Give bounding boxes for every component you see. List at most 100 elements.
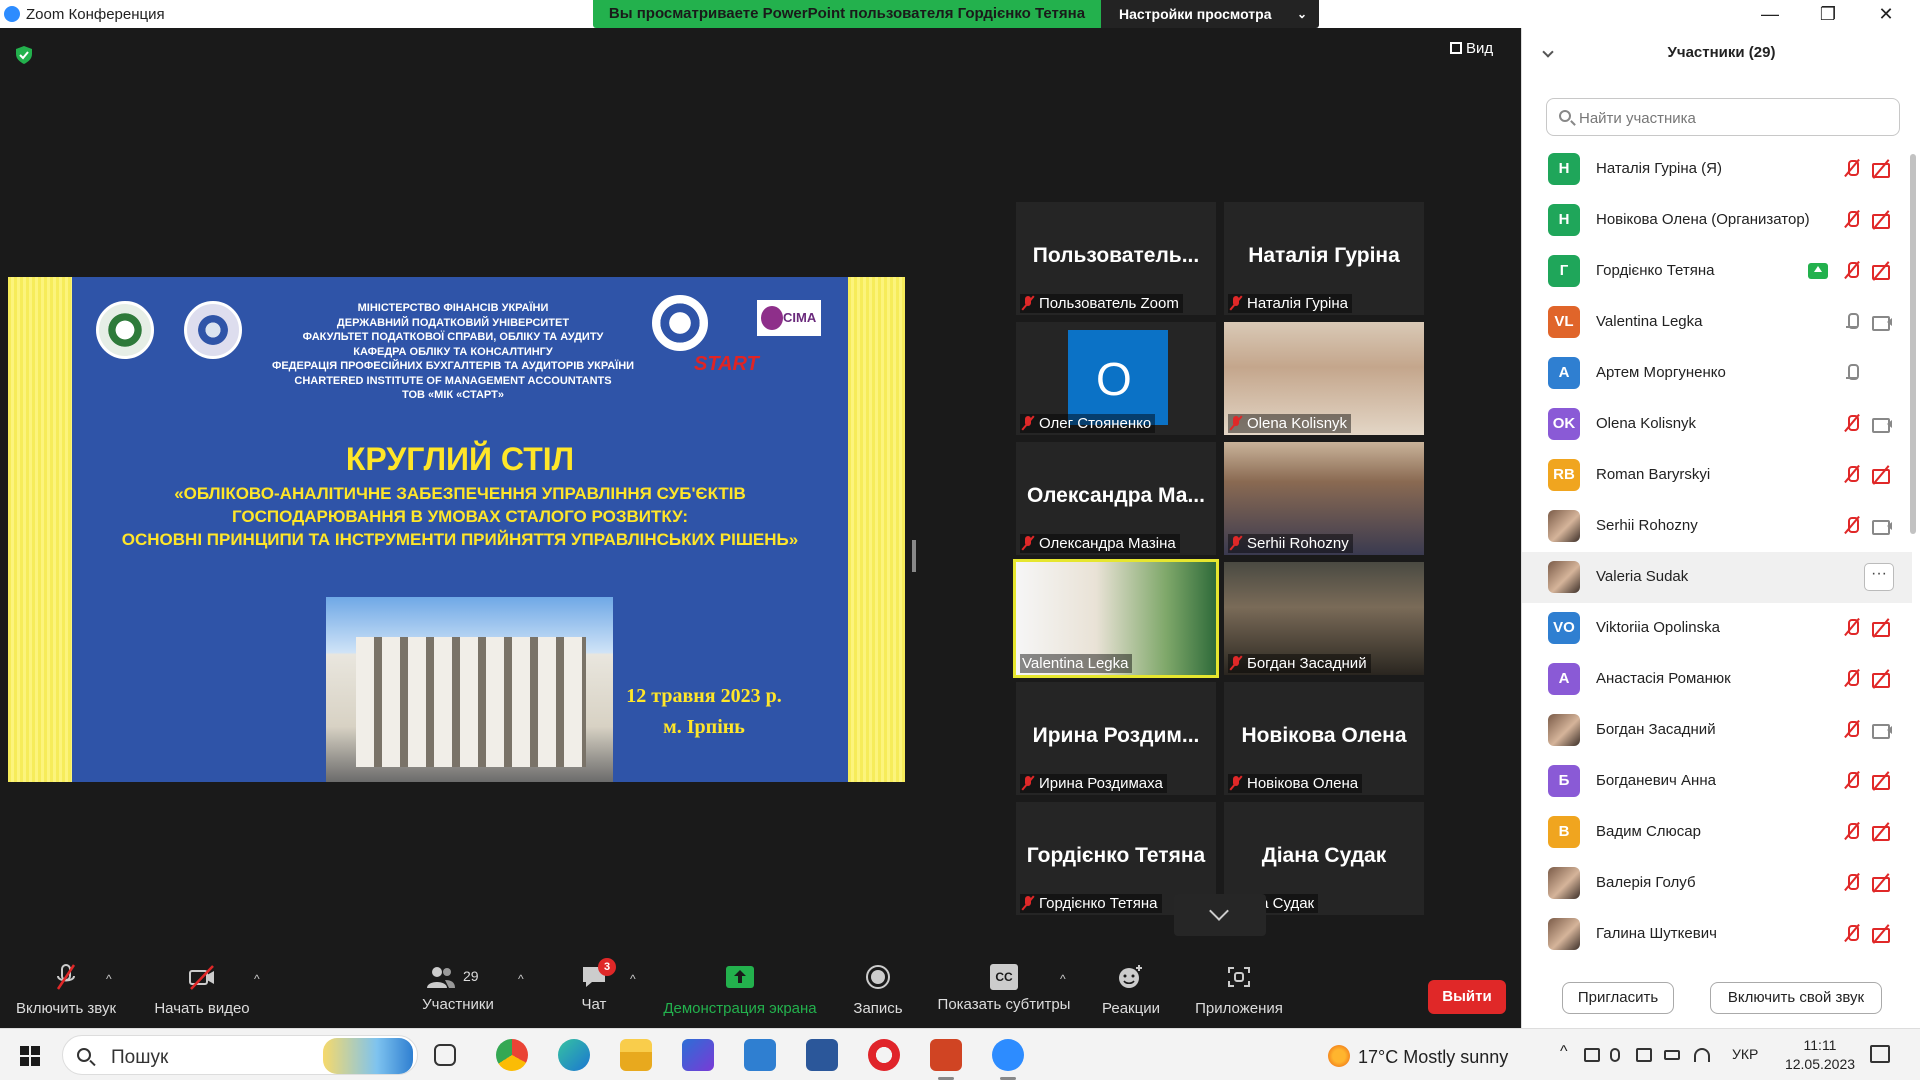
- microphone-muted-icon[interactable]: [1842, 924, 1862, 944]
- participant-row[interactable]: Н Новікова Олена (Организатор): [1522, 195, 1912, 246]
- display-tray-icon[interactable]: [1636, 1048, 1652, 1062]
- mail-icon[interactable]: [744, 1039, 776, 1071]
- microphone-muted-icon[interactable]: [1842, 669, 1862, 689]
- encryption-shield-icon[interactable]: [16, 46, 32, 64]
- zoom-taskbar-icon[interactable]: [992, 1039, 1024, 1080]
- video-tile[interactable]: Valentina Legka: [1013, 559, 1219, 678]
- captions-button[interactable]: CC Показать субтитры: [936, 964, 1072, 1013]
- notifications-icon[interactable]: [1870, 1045, 1890, 1063]
- unmute-button[interactable]: Включить звук: [12, 964, 120, 1017]
- participant-row[interactable]: Н Наталія Гуріна (Я): [1522, 144, 1912, 195]
- video-options-caret-icon[interactable]: ^: [254, 972, 260, 986]
- participant-row[interactable]: VO Viktoriia Opolinska: [1522, 603, 1912, 654]
- edge-icon[interactable]: [558, 1039, 590, 1071]
- leave-meeting-button[interactable]: Выйти: [1428, 980, 1506, 1014]
- video-tile[interactable]: Olena Kolisnyk: [1224, 322, 1424, 435]
- participant-row[interactable]: Serhii Rohozny: [1522, 501, 1912, 552]
- video-off-icon[interactable]: [1872, 669, 1892, 689]
- splitter-handle[interactable]: [912, 540, 916, 572]
- file-explorer-icon[interactable]: [620, 1039, 652, 1071]
- reactions-button[interactable]: Реакции: [1094, 964, 1168, 1017]
- microphone-icon[interactable]: [1842, 363, 1862, 383]
- participant-row[interactable]: Г Гордієнко Тетяна: [1522, 246, 1912, 297]
- video-off-icon[interactable]: [1872, 822, 1892, 842]
- captions-caret-icon[interactable]: ^: [1060, 972, 1066, 986]
- participants-caret-icon[interactable]: ^: [518, 972, 524, 986]
- microphone-muted-icon[interactable]: [1842, 210, 1862, 230]
- chrome-icon[interactable]: [496, 1039, 528, 1071]
- participant-row[interactable]: Валерія Голуб: [1522, 858, 1912, 909]
- chat-button[interactable]: 3 Чат: [566, 958, 622, 1013]
- microphone-muted-icon[interactable]: [1842, 516, 1862, 536]
- more-options-button[interactable]: ···: [1864, 563, 1894, 591]
- microphone-muted-icon[interactable]: [1842, 465, 1862, 485]
- participants-button[interactable]: 29 Участники: [410, 964, 506, 1013]
- participant-search-input[interactable]: [1579, 107, 1889, 129]
- video-camera-icon[interactable]: [1872, 312, 1892, 332]
- participant-row[interactable]: Богдан Засадний: [1522, 705, 1912, 756]
- video-off-icon[interactable]: [1872, 771, 1892, 791]
- video-tile[interactable]: Наталія Гуріна Наталія Гуріна: [1224, 202, 1424, 315]
- video-off-icon[interactable]: [1872, 618, 1892, 638]
- video-off-icon[interactable]: [1872, 465, 1892, 485]
- participant-row[interactable]: Галина Шуткевич: [1522, 909, 1912, 960]
- microphone-muted-icon[interactable]: [1842, 261, 1862, 281]
- microphone-muted-icon[interactable]: [1842, 720, 1862, 740]
- video-tile[interactable]: Олександра Ма... Олександра Мазіна: [1016, 442, 1216, 555]
- chat-caret-icon[interactable]: ^: [630, 972, 636, 986]
- task-view-icon[interactable]: [434, 1044, 456, 1066]
- show-hidden-icons-chevron-icon[interactable]: ^: [1560, 1043, 1576, 1060]
- video-camera-icon[interactable]: [1872, 414, 1892, 434]
- video-camera-icon[interactable]: [1872, 516, 1892, 536]
- start-video-button[interactable]: Начать видео: [150, 964, 254, 1017]
- microphone-muted-icon[interactable]: [1842, 414, 1862, 434]
- microphone-muted-icon[interactable]: [1842, 771, 1862, 791]
- restore-button[interactable]: ❐: [1808, 2, 1848, 26]
- microphone-tray-icon[interactable]: [1610, 1048, 1620, 1062]
- microphone-muted-icon[interactable]: [1842, 618, 1862, 638]
- video-off-icon[interactable]: [1872, 261, 1892, 281]
- record-button[interactable]: Запись: [846, 964, 910, 1017]
- powerpoint-icon[interactable]: [930, 1039, 962, 1080]
- unmute-self-button[interactable]: Включить свой звук: [1710, 982, 1882, 1014]
- wifi-icon[interactable]: [1694, 1048, 1710, 1062]
- share-screen-button[interactable]: Демонстрация экрана: [658, 964, 822, 1017]
- microphone-muted-icon[interactable]: [1842, 159, 1862, 179]
- invite-button[interactable]: Пригласить: [1562, 982, 1674, 1014]
- word-icon[interactable]: [806, 1039, 838, 1071]
- minimize-button[interactable]: —: [1750, 2, 1790, 26]
- participant-row[interactable]: RB Roman Baryrskyi: [1522, 450, 1912, 501]
- view-button[interactable]: Вид: [1450, 40, 1493, 57]
- battery-icon[interactable]: [1664, 1050, 1680, 1060]
- system-clock[interactable]: 11:11 12.05.2023: [1780, 1036, 1860, 1074]
- close-button[interactable]: ✕: [1866, 2, 1906, 26]
- video-tile[interactable]: Пользователь... Пользователь Zoom: [1016, 202, 1216, 315]
- microsoft-store-icon[interactable]: [682, 1039, 714, 1071]
- meet-now-icon[interactable]: [1584, 1048, 1600, 1062]
- participant-row[interactable]: А Анастасія Романюк: [1522, 654, 1912, 705]
- participants-scrollbar[interactable]: [1909, 144, 1917, 970]
- video-off-icon[interactable]: [1872, 873, 1892, 893]
- taskbar-search-box[interactable]: Пошук: [62, 1035, 418, 1075]
- microphone-icon[interactable]: [1842, 312, 1862, 332]
- participant-search[interactable]: [1546, 98, 1900, 136]
- video-tile[interactable]: Новікова Олена Новікова Олена: [1224, 682, 1424, 795]
- video-off-icon[interactable]: [1872, 159, 1892, 179]
- participant-row[interactable]: OK Olena Kolisnyk: [1522, 399, 1912, 450]
- participant-row[interactable]: VL Valentina Legka: [1522, 297, 1912, 348]
- audio-options-caret-icon[interactable]: ^: [106, 972, 112, 986]
- weather-widget[interactable]: 17°C Mostly sunny: [1328, 1045, 1508, 1068]
- view-settings-button[interactable]: Настройки просмотра ⌄: [1101, 0, 1319, 28]
- video-off-icon[interactable]: [1872, 924, 1892, 944]
- windows-start-icon[interactable]: [20, 1046, 40, 1066]
- participant-row[interactable]: А Артем Моргуненко: [1522, 348, 1912, 399]
- language-indicator[interactable]: УКР: [1732, 1046, 1758, 1062]
- opera-icon[interactable]: [868, 1039, 900, 1071]
- video-tile[interactable]: Serhii Rohozny: [1224, 442, 1424, 555]
- scrollbar-thumb[interactable]: [1910, 154, 1916, 534]
- video-tile[interactable]: Богдан Засадний: [1224, 562, 1424, 675]
- participant-row[interactable]: В Вадим Слюсар: [1522, 807, 1912, 858]
- video-tile[interactable]: Олег Стояненко: [1016, 322, 1216, 435]
- participant-row[interactable]: Б Богданевич Анна: [1522, 756, 1912, 807]
- apps-button[interactable]: Приложения: [1190, 964, 1288, 1017]
